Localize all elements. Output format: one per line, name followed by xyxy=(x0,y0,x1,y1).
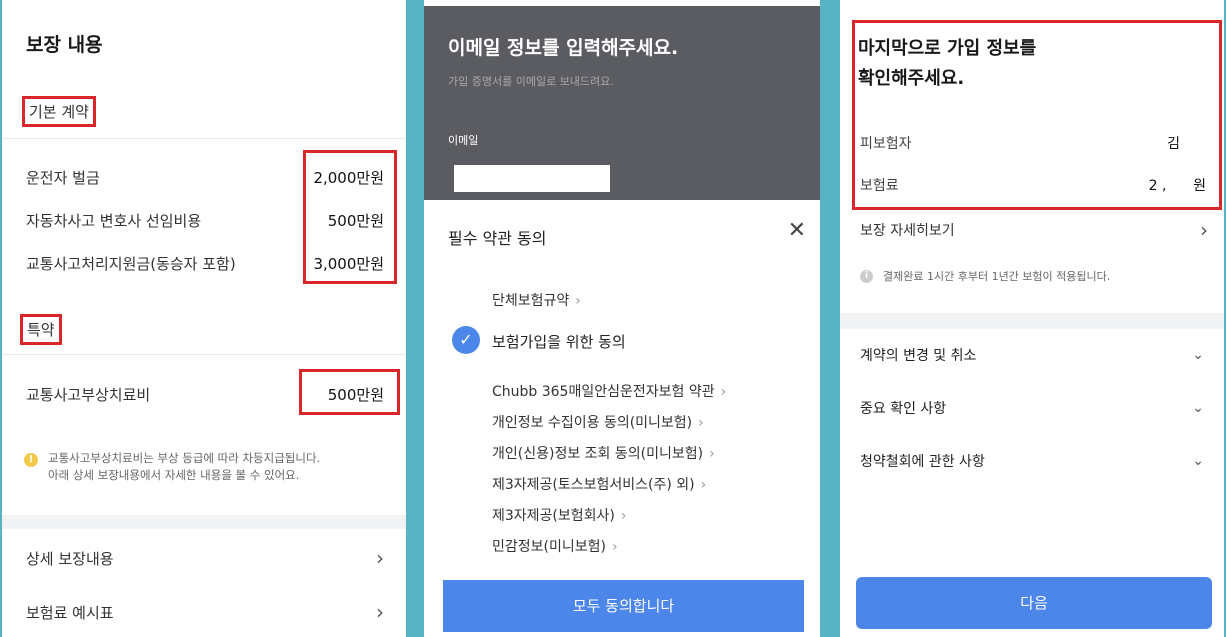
accordion-label: 계약의 변경 및 취소 xyxy=(860,348,977,364)
heading-line: 마지막으로 가입 정보를 xyxy=(858,38,1037,59)
email-input[interactable] xyxy=(454,165,610,192)
chevron-right-icon: › xyxy=(376,600,384,624)
dimmed-overlay: 이메일 정보를 입력해주세요. 가입 증명서를 이메일로 보내드려요. 이메일 xyxy=(424,6,820,200)
close-icon[interactable]: ✕ xyxy=(788,220,806,242)
premium-value: 2 , 원 xyxy=(1148,178,1206,194)
chevron-right-icon: › xyxy=(611,539,618,555)
email-terms-panel: 이메일 정보를 입력해주세요. 가입 증명서를 이메일로 보내드려요. 이메일 … xyxy=(424,0,820,637)
heading-line: 확인해주세요. xyxy=(858,68,965,89)
agree-all-button[interactable]: 모두 동의합니다 xyxy=(443,580,804,632)
chevron-down-icon: ⌄ xyxy=(1192,347,1204,363)
terms-label: 단체보험규약 xyxy=(492,293,570,309)
coverage-row-label: 운전자 벌금 xyxy=(26,169,100,187)
terms-label: 제3자제공(보험회사) xyxy=(492,508,615,524)
notice-text: 결제완료 1시간 후부터 1년간 보험이 적용됩니다. xyxy=(883,270,1111,283)
email-label: 이메일 xyxy=(448,134,479,147)
next-button[interactable]: 다음 xyxy=(856,577,1212,629)
confirm-panel: 마지막으로 가입 정보를 확인해주세요. 피보험자 김 보험료 2 , 원 보장… xyxy=(840,0,1224,637)
coverage-row-label: 자동차사고 변호사 선임비용 xyxy=(26,212,202,230)
chevron-right-icon: › xyxy=(376,546,384,570)
terms-item[interactable]: 개인(신용)정보 조회 동의(미니보험) › xyxy=(492,443,715,463)
chevron-right-icon: › xyxy=(700,477,707,493)
page-title: 보장 내용 xyxy=(26,34,103,56)
coverage-start-notice: i 결제완료 1시간 후부터 1년간 보험이 적용됩니다. xyxy=(860,268,1110,284)
insured-value: 김 xyxy=(1167,136,1180,152)
warning-icon: ! xyxy=(24,453,38,467)
highlight-box xyxy=(299,369,400,415)
chevron-right-icon: › xyxy=(1200,218,1208,242)
terms-item[interactable]: 민감정보(미니보험) › xyxy=(492,536,618,556)
accordion-label: 청약철회에 관한 사항 xyxy=(860,454,985,470)
chevron-right-icon: › xyxy=(720,384,727,400)
group-terms-link[interactable]: 단체보험규약 › xyxy=(492,290,581,310)
divider xyxy=(2,354,406,355)
coverage-row-label: 교통사고부상치료비 xyxy=(26,386,151,404)
terms-label: 개인정보 수집이용 동의(미니보험) xyxy=(492,415,693,431)
treatment-note: ! 교통사고부상치료비는 부상 등급에 따라 차등지급됩니다. 아래 상세 보장… xyxy=(24,450,320,484)
accordion-important[interactable]: 중요 확인 사항 ⌄ xyxy=(840,388,1224,428)
link-label: 상세 보장내용 xyxy=(26,549,114,568)
premium-example-link[interactable]: 보험료 예시표 › xyxy=(2,586,406,637)
terms-item[interactable]: 제3자제공(보험회사) › xyxy=(492,505,626,525)
chevron-down-icon: ⌄ xyxy=(1192,453,1204,469)
chevron-right-icon: › xyxy=(620,508,627,524)
coverage-detail-link[interactable]: 보장 자세히보기 › xyxy=(840,212,1224,248)
note-line: 교통사고부상치료비는 부상 등급에 따라 차등지급됩니다. xyxy=(48,451,321,465)
terms-item[interactable]: 제3자제공(토스보험서비스(주) 외) › xyxy=(492,474,706,494)
accordion-withdrawal[interactable]: 청약철회에 관한 사항 ⌄ xyxy=(840,441,1224,481)
terms-label: 제3자제공(토스보험서비스(주) 외) xyxy=(492,477,695,493)
accordion-label: 중요 확인 사항 xyxy=(860,401,947,417)
coverage-row-label: 교통사고처리지원금(동승자 포함) xyxy=(26,255,236,273)
email-heading: 이메일 정보를 입력해주세요. xyxy=(448,37,679,59)
link-label: 보장 자세히보기 xyxy=(860,223,955,239)
chevron-right-icon: › xyxy=(709,446,715,462)
chevron-right-icon: › xyxy=(575,293,581,309)
section-separator xyxy=(840,313,1224,329)
insured-label: 피보험자 xyxy=(860,136,912,152)
info-icon: i xyxy=(860,269,873,283)
detail-coverage-link[interactable]: 상세 보장내용 › xyxy=(2,532,406,584)
chevron-right-icon: › xyxy=(698,415,704,431)
terms-label: 개인(신용)정보 조회 동의(미니보험) xyxy=(492,446,704,462)
email-subtext: 가입 증명서를 이메일로 보내드려요. xyxy=(448,75,614,88)
check-circle-icon[interactable]: ✓ xyxy=(452,326,480,354)
terms-bottom-sheet: 필수 약관 동의 ✕ 단체보험규약 › ✓ 보험가입을 위한 동의 Chubb 3… xyxy=(424,200,820,637)
note-line: 아래 상세 보장내용에서 자세한 내용을 볼 수 있어요. xyxy=(48,468,300,482)
divider xyxy=(2,138,406,139)
highlight-box xyxy=(303,150,397,284)
chevron-down-icon: ⌄ xyxy=(1192,400,1204,416)
basic-contract-heading: 기본 계약 xyxy=(22,96,96,127)
terms-label: Chubb 365매일안심운전자보험 약관 xyxy=(492,384,715,400)
accordion-contract-change[interactable]: 계약의 변경 및 취소 ⌄ xyxy=(840,335,1224,375)
terms-item[interactable]: 개인정보 수집이용 동의(미니보험) › xyxy=(492,412,704,432)
terms-label: 민감정보(미니보험) xyxy=(492,539,606,555)
consent-main-label[interactable]: 보험가입을 위한 동의 xyxy=(492,331,626,352)
terms-item[interactable]: Chubb 365매일안심운전자보험 약관 › xyxy=(492,381,726,401)
confirm-heading: 마지막으로 가입 정보를 확인해주세요. xyxy=(858,34,1036,94)
section-separator xyxy=(2,515,406,529)
rider-heading: 특약 xyxy=(20,314,62,345)
premium-label: 보험료 xyxy=(860,178,899,194)
coverage-panel: 보장 내용 기본 계약 운전자 벌금 2,000만원 자동차사고 변호사 선임비… xyxy=(2,0,406,637)
sheet-title: 필수 약관 동의 xyxy=(448,229,547,248)
link-label: 보험료 예시표 xyxy=(26,603,114,622)
